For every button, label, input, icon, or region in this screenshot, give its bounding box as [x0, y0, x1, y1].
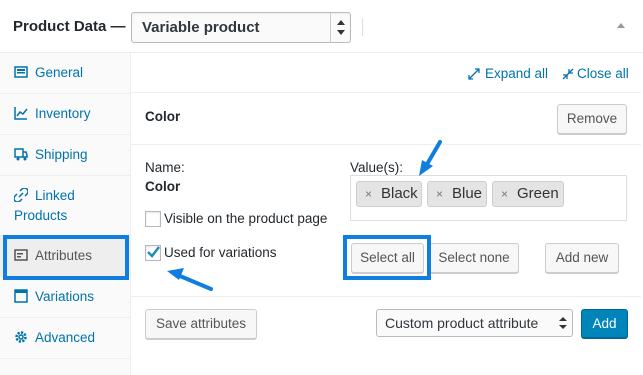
annotation-arrows: [167, 140, 442, 291]
arrow-to-values-icon: [419, 140, 442, 176]
arrow-to-variations-checkbox-icon: [167, 268, 213, 291]
